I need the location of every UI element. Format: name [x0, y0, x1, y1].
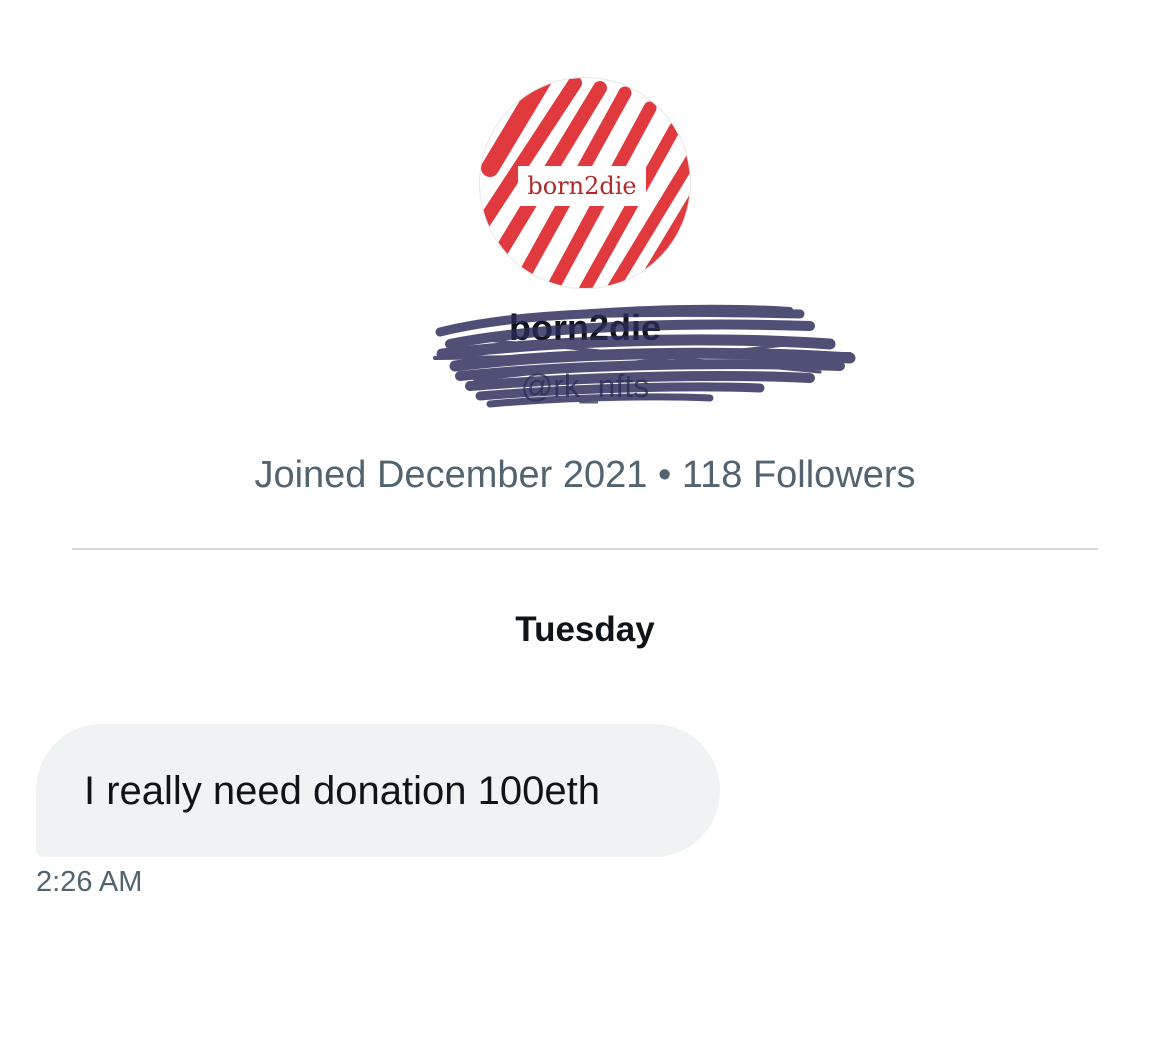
profile-meta: Joined December 2021 • 118 Followers [0, 452, 1170, 498]
day-separator: Tuesday [515, 610, 655, 649]
redaction-scribble [433, 304, 856, 408]
avatar-logo-text: born2die [527, 172, 636, 200]
joined-date: Joined December 2021 [254, 454, 648, 496]
message-timestamp: 2:26 AM [36, 866, 143, 898]
followers-count[interactable]: 118 Followers [682, 454, 916, 496]
avatar-image: born2die [480, 78, 690, 288]
message-text: I really need donation 100eth [84, 768, 600, 813]
meta-separator: • [657, 454, 672, 496]
profile-avatar[interactable]: born2die [480, 78, 690, 288]
message-bubble[interactable]: I really need donation 100eth [36, 724, 720, 857]
divider [72, 548, 1098, 550]
